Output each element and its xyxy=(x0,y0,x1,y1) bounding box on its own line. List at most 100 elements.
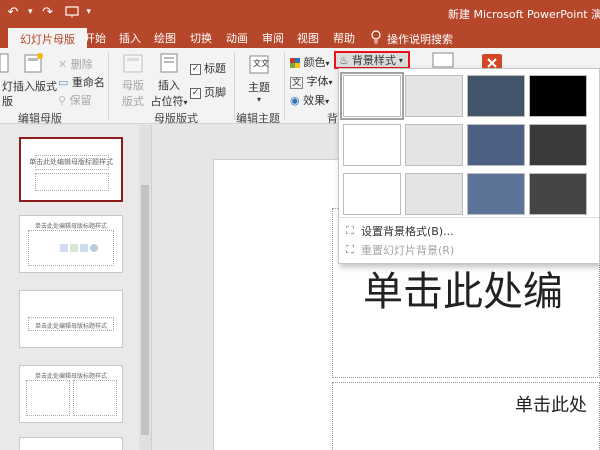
insert-layout-icon xyxy=(14,52,54,77)
title-bar: ↶ ▾ ↷ ▾ 新建 Microsoft PowerPoint 演示文 xyxy=(0,0,600,26)
background-style-swatch[interactable] xyxy=(467,124,525,166)
background-style-swatch[interactable] xyxy=(405,124,463,166)
group-separator xyxy=(284,52,285,120)
slide-master-icon xyxy=(0,52,10,77)
preserve-button[interactable]: ⚲ 保留 xyxy=(58,92,92,108)
effects-button[interactable]: ◉ 效果▾ xyxy=(290,92,329,108)
thumbnail-scrollbar[interactable] xyxy=(139,125,151,450)
group-label-edit-master: 编辑母版 xyxy=(18,112,62,125)
chevron-down-icon: ▾ xyxy=(325,97,330,106)
background-style-swatch[interactable] xyxy=(405,173,463,215)
background-style-swatch[interactable] xyxy=(529,75,587,117)
undo-dropdown-icon[interactable]: ▾ xyxy=(28,7,33,17)
delete-button[interactable]: ✕ 删除 xyxy=(58,56,93,72)
paint-bucket-icon: ♨ xyxy=(339,53,349,67)
insert-slide-master-label-2: 版 xyxy=(2,95,13,108)
redo-icon[interactable]: ↷ xyxy=(39,3,57,21)
thumbnail-placeholder xyxy=(35,155,109,170)
background-style-swatch[interactable] xyxy=(405,75,463,117)
group-label-edit-theme: 编辑主题 xyxy=(236,112,280,125)
subtitle-placeholder[interactable]: 单击此处 xyxy=(332,382,600,450)
slide-thumbnail-pane: 单击此处编辑母版标题样式 单击此处编辑母版标题样式 单击此处编辑母版标题样式 单… xyxy=(0,125,152,450)
scrollbar-thumb[interactable] xyxy=(141,185,149,435)
tell-me-search[interactable]: 操作说明搜索 xyxy=(371,30,453,47)
thumbnail-content-icons xyxy=(60,242,100,259)
colors-icon xyxy=(290,56,300,69)
background-styles-dropdown: ⛶ 设置背景格式(B)... ⛶ 重置幻灯片背景(R) xyxy=(338,68,600,264)
thumbnail-layout-3[interactable]: 单击此处编辑母版标题样式 xyxy=(19,365,123,423)
pushpin-icon: ⚲ xyxy=(58,94,67,107)
thumbnail-layout-1[interactable]: 单击此处编辑母版标题样式 xyxy=(19,215,123,273)
background-style-swatch[interactable] xyxy=(343,124,401,166)
svg-text:文文: 文文 xyxy=(253,58,269,68)
chevron-down-icon: ▾ xyxy=(256,95,261,104)
tell-me-label: 操作说明搜索 xyxy=(387,32,453,46)
colors-button[interactable]: 颜色▾ xyxy=(290,54,330,70)
window-title: 新建 Microsoft PowerPoint 演示文 xyxy=(448,8,600,21)
thumbnail-layout-2[interactable]: 单击此处编辑母版标题样式 xyxy=(19,290,123,348)
chevron-down-icon: ▾ xyxy=(325,59,330,68)
ribbon-tabs: 幻灯片母版 开始 插入 绘图 切换 动画 审阅 视图 帮助 操作说明搜索 xyxy=(0,26,600,48)
rename-button[interactable]: ▭ 重命名 xyxy=(58,74,105,90)
format-background-item[interactable]: ⛶ 设置背景格式(B)... xyxy=(339,221,599,240)
tab-animations[interactable]: 动画 xyxy=(226,30,248,46)
reset-background-icon: ⛶ xyxy=(346,242,354,256)
present-from-start-icon[interactable] xyxy=(63,3,81,21)
chevron-down-icon: ▾ xyxy=(183,98,188,107)
title-checkbox[interactable]: ✓ 标题 xyxy=(190,60,226,76)
group-separator xyxy=(108,52,109,120)
insert-slide-master-label: 灯 xyxy=(2,80,13,93)
background-style-swatch[interactable] xyxy=(467,75,525,117)
tab-slide-master[interactable]: 幻灯片母版 xyxy=(8,28,87,48)
group-separator xyxy=(234,52,235,120)
thumbnail-title: 单击此处编辑母版标题样式 xyxy=(34,373,107,380)
background-style-swatch[interactable] xyxy=(529,124,587,166)
quick-access-toolbar: ↶ ▾ ↷ ▾ xyxy=(4,3,92,21)
thumbnail-title: 单击此处编辑母版标题样式 xyxy=(34,223,107,230)
insert-layout-button[interactable] xyxy=(14,52,54,77)
fonts-icon: 文 xyxy=(290,77,304,89)
thumbnail-placeholder xyxy=(35,173,109,191)
thumbnail-layout-4[interactable] xyxy=(19,437,123,450)
background-style-swatch[interactable] xyxy=(340,72,404,120)
insert-layout-label: 插入版式 xyxy=(13,80,57,93)
footer-checkbox[interactable]: ✓ 页脚 xyxy=(190,84,226,100)
rename-icon: ▭ xyxy=(58,76,69,89)
lightbulb-icon xyxy=(371,30,381,47)
undo-icon[interactable]: ↶ xyxy=(4,3,22,21)
tab-draw[interactable]: 绘图 xyxy=(154,30,176,46)
tab-review[interactable]: 审阅 xyxy=(262,30,284,46)
thumbnail-placeholder xyxy=(28,317,114,331)
thumbnail-placeholder xyxy=(73,380,117,416)
menu-divider xyxy=(339,217,599,218)
tab-home[interactable]: 开始 xyxy=(84,30,106,46)
insert-placeholder-icon xyxy=(150,52,188,77)
group-label-background: 背 xyxy=(327,112,338,125)
background-style-swatch[interactable] xyxy=(529,173,587,215)
tab-transitions[interactable]: 切换 xyxy=(190,30,212,46)
insert-slide-master-button[interactable] xyxy=(0,52,10,77)
effects-icon: ◉ xyxy=(290,94,300,107)
tab-insert[interactable]: 插入 xyxy=(119,30,141,46)
themes-button[interactable]: 文文 主题 ▾ xyxy=(246,54,272,104)
thumbnail-master[interactable]: 单击此处编辑母版标题样式 xyxy=(19,137,123,202)
checkbox-checked-icon: ✓ xyxy=(190,87,201,99)
customize-qat-icon[interactable]: ▾ xyxy=(87,7,92,17)
master-layout-icon xyxy=(118,52,148,77)
master-layout-button[interactable]: 母版 版式 xyxy=(118,52,148,109)
thumbnail-placeholder xyxy=(26,380,70,416)
delete-icon: ✕ xyxy=(58,58,68,71)
tab-view[interactable]: 视图 xyxy=(297,30,319,46)
background-style-swatch[interactable] xyxy=(467,173,525,215)
fonts-button[interactable]: 文 字体▾ xyxy=(290,73,333,89)
chevron-down-icon: ▾ xyxy=(328,78,333,87)
insert-placeholder-button[interactable]: 插入 占位符▾ xyxy=(150,52,188,109)
tab-help[interactable]: 帮助 xyxy=(333,30,355,46)
format-background-icon: ⛶ xyxy=(346,223,354,237)
chevron-down-icon: ▾ xyxy=(398,55,403,65)
themes-icon: 文文 xyxy=(246,54,272,79)
background-style-swatch[interactable] xyxy=(343,173,401,215)
group-label-master-layout: 母版版式 xyxy=(154,112,198,125)
reset-background-item[interactable]: ⛶ 重置幻灯片背景(R) xyxy=(339,240,599,259)
background-styles-button[interactable]: ♨ 背景样式 ▾ xyxy=(334,51,410,69)
